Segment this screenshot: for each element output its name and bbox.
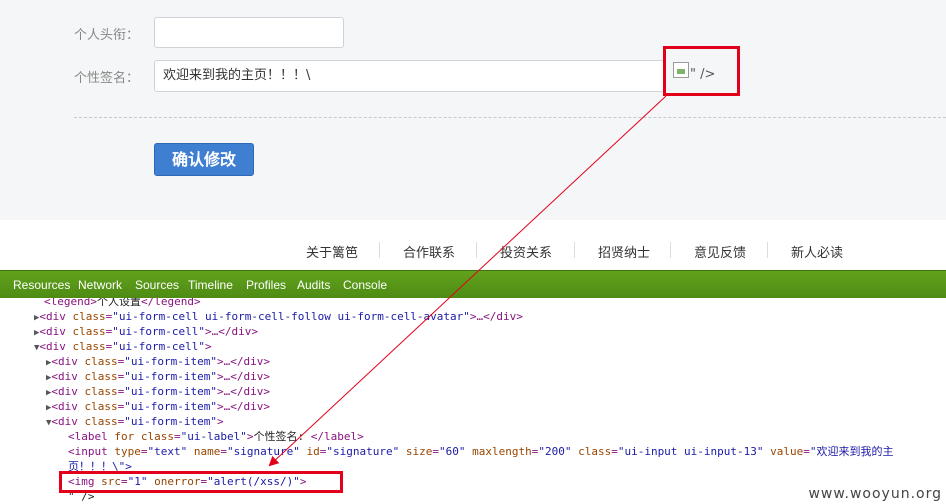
watermark: www.wooyun.org (808, 486, 942, 502)
arrow-line (268, 95, 667, 467)
annotation-arrow (268, 95, 667, 467)
